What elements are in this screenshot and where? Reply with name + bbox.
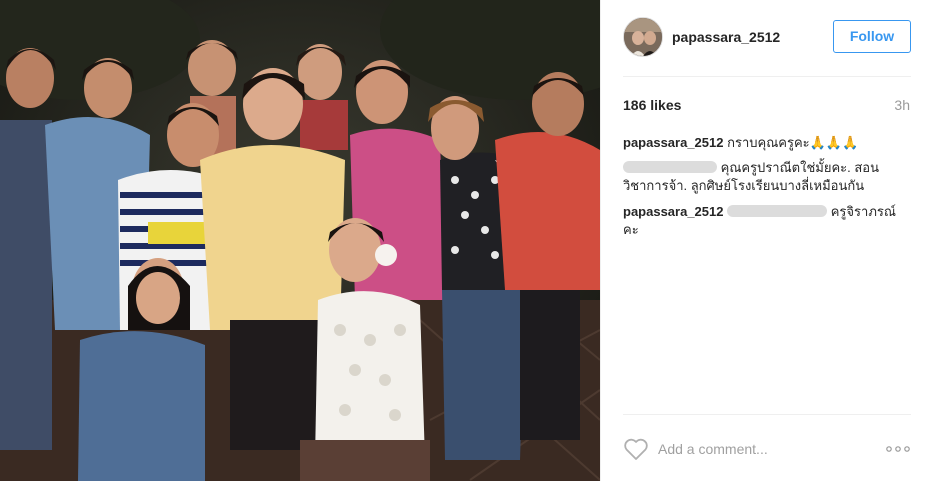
comment-text-line2: วิชาการจ้า. ลูกศิษย์โรงเรียนบางลี่เหมือน…: [623, 178, 865, 193]
post-header: papassara_2512 Follow: [601, 0, 928, 76]
footer-divider: [623, 414, 911, 415]
comment-item: papassara_2512 ครูจิราภรณ์ คะ: [623, 203, 913, 239]
comment-text-line1: ครูจิราภรณ์: [830, 204, 896, 219]
hidden-mention-blur: [727, 205, 828, 217]
post-photo[interactable]: [0, 0, 600, 481]
avatar-image: [624, 18, 662, 56]
follow-button[interactable]: Follow: [833, 20, 911, 53]
hidden-username-blur: [623, 161, 717, 173]
post-sidebar: papassara_2512 Follow 186 likes 3h papas…: [600, 0, 928, 481]
instagram-post: papassara_2512 Follow 186 likes 3h papas…: [0, 0, 928, 481]
caption-username[interactable]: papassara_2512: [623, 135, 723, 150]
caption-text: กราบคุณครูคะ🙏🙏🙏: [727, 135, 859, 150]
comment-item: คุณครูปราณีตใช่มั้ยคะ. สอน วิชาการจ้า. ล…: [623, 159, 913, 195]
group-photo-illustration: [0, 0, 600, 481]
comment-text-line2: คะ: [623, 222, 639, 237]
header-divider: [623, 76, 911, 77]
likes-count[interactable]: 186 likes: [623, 97, 681, 113]
post-time[interactable]: 3h: [894, 97, 910, 113]
username[interactable]: papassara_2512: [672, 29, 780, 45]
avatar[interactable]: [623, 17, 663, 57]
more-options-icon[interactable]: [885, 439, 911, 459]
add-comment-input[interactable]: [658, 439, 858, 459]
comment-text-line1: คุณครูปราณีตใช่มั้ยคะ. สอน: [720, 160, 879, 175]
heart-icon[interactable]: [623, 437, 649, 461]
comment-bar: [623, 436, 911, 464]
comment-username[interactable]: papassara_2512: [623, 204, 723, 219]
caption: papassara_2512 กราบคุณครูคะ🙏🙏🙏: [623, 134, 913, 152]
